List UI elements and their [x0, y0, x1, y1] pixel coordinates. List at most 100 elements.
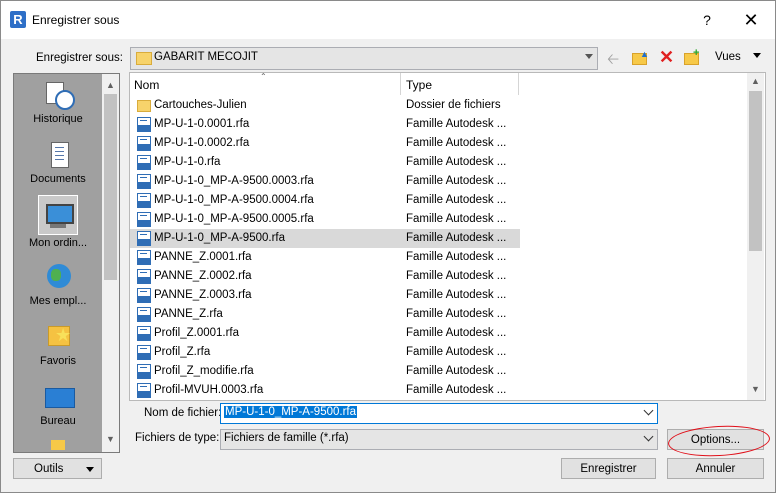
place-network[interactable]: Mes empl... [14, 262, 102, 307]
file-list-header: ⌃ Nom Type [130, 73, 748, 95]
back-arrow-icon[interactable]: 🡠 [607, 49, 619, 74]
dialog-title: Enregistrer sous [32, 13, 120, 27]
place-favorites[interactable]: ★ Favoris [14, 322, 102, 367]
place-label: Mes empl... [29, 295, 87, 307]
documents-icon [43, 140, 73, 170]
filename-label: Nom de fichier: [144, 407, 222, 419]
file-row[interactable]: Profil_Z.0001.rfa Famille Autodesk ... [130, 324, 520, 343]
file-row[interactable]: Profil-MVUH.0003.rfa Famille Autodesk ... [130, 381, 520, 400]
file-type: Famille Autodesk ... [406, 384, 507, 396]
column-divider[interactable] [518, 73, 519, 95]
rfa-file-icon [137, 193, 151, 208]
filename-input[interactable]: MP-U-1-0_MP-A-9500.rfa [220, 403, 658, 424]
up-folder-icon[interactable]: ▲ [632, 49, 649, 65]
views-menu-button[interactable]: Vues [715, 51, 741, 63]
file-row[interactable]: MP-U-1-0.0001.rfa Famille Autodesk ... [130, 115, 520, 134]
file-type: Famille Autodesk ... [406, 346, 507, 358]
delete-icon[interactable]: ✕ [659, 47, 674, 68]
filename-value[interactable]: MP-U-1-0_MP-A-9500.rfa [224, 406, 358, 418]
file-list[interactable]: ⌃ Nom Type Cartouches-Julien Dossier de f… [129, 72, 766, 401]
cancel-button[interactable]: Annuler [667, 458, 764, 479]
scroll-thumb[interactable] [749, 91, 762, 251]
file-row[interactable]: PANNE_Z.0003.rfa Famille Autodesk ... [130, 286, 520, 305]
file-type: Famille Autodesk ... [406, 118, 507, 130]
scroll-up-icon[interactable]: ▲ [106, 80, 115, 90]
place-label: Historique [33, 113, 83, 125]
scroll-up-icon[interactable]: ▲ [751, 76, 760, 86]
rfa-file-icon [137, 250, 151, 265]
save-as-dialog: R Enregistrer sous ? ✕ Enregistrer sous:… [0, 0, 776, 493]
rfa-file-icon [137, 326, 151, 341]
new-folder-icon[interactable]: + [684, 47, 700, 65]
column-header-type[interactable]: Type [406, 78, 432, 92]
filetype-dropdown[interactable]: Fichiers de famille (*.rfa) [220, 429, 658, 450]
file-type: Famille Autodesk ... [406, 327, 507, 339]
rfa-file-icon [137, 155, 151, 170]
chevron-down-icon[interactable] [643, 405, 654, 416]
file-row-selected[interactable]: MP-U-1-0_MP-A-9500.rfa Famille Autodesk .… [130, 229, 520, 248]
rfa-file-icon [137, 117, 151, 132]
file-name: MP-U-1-0.0001.rfa [154, 118, 250, 130]
file-row[interactable]: Profil_Z_modifie.rfa Famille Autodesk ... [130, 362, 520, 381]
file-name: MP-U-1-0_MP-A-9500.0004.rfa [154, 194, 314, 206]
revit-app-icon: R [10, 11, 26, 28]
file-row[interactable]: MP-U-1-0_MP-A-9500.0003.rfa Famille Autod… [130, 172, 520, 191]
place-desktop[interactable]: Bureau [14, 382, 102, 427]
file-type: Famille Autodesk ... [406, 289, 507, 301]
places-scrollbar[interactable]: ▲ ▼ [102, 74, 119, 452]
column-divider[interactable] [400, 73, 401, 95]
rfa-file-icon [137, 269, 151, 284]
rfa-file-icon [137, 383, 151, 398]
file-name: Profil_Z.0001.rfa [154, 327, 240, 339]
save-button[interactable]: Enregistrer [561, 458, 656, 479]
sort-ascending-icon: ⌃ [260, 72, 267, 81]
file-row[interactable]: Profil_Z.rfa Famille Autodesk ... [130, 343, 520, 362]
file-name: PANNE_Z.rfa [154, 308, 223, 320]
help-button[interactable]: ? [697, 10, 717, 30]
chevron-down-icon[interactable] [753, 53, 761, 58]
file-name: Profil_Z_modifie.rfa [154, 365, 254, 377]
file-type: Famille Autodesk ... [406, 270, 507, 282]
close-button[interactable]: ✕ [738, 8, 764, 32]
place-my-computer[interactable]: Mon ordin... [14, 195, 102, 249]
chevron-down-icon [86, 467, 94, 472]
file-row[interactable]: MP-U-1-0.rfa Famille Autodesk ... [130, 153, 520, 172]
file-list-scrollbar[interactable]: ▲ ▼ [747, 73, 764, 400]
tools-button[interactable]: Outils [13, 458, 102, 479]
rfa-file-icon [137, 136, 151, 151]
file-row[interactable]: PANNE_Z.0001.rfa Famille Autodesk ... [130, 248, 520, 267]
file-type: Famille Autodesk ... [406, 194, 507, 206]
file-type: Famille Autodesk ... [406, 156, 507, 168]
file-row[interactable]: Cartouches-Julien Dossier de fichiers [130, 96, 520, 115]
rfa-file-icon [137, 364, 151, 379]
file-row[interactable]: PANNE_Z.rfa Famille Autodesk ... [130, 305, 520, 324]
scroll-down-icon[interactable]: ▼ [751, 384, 760, 394]
desktop-icon [43, 382, 75, 412]
save-in-dropdown[interactable]: GABARIT MECOJIT [130, 47, 598, 70]
scroll-down-icon[interactable]: ▼ [106, 434, 115, 444]
place-label: Documents [30, 173, 86, 185]
folder-icon [136, 52, 152, 65]
file-name: MP-U-1-0.0002.rfa [154, 137, 250, 149]
file-name: MP-U-1-0_MP-A-9500.0003.rfa [154, 175, 314, 187]
place-documents[interactable]: Documents [14, 140, 102, 185]
file-name: MP-U-1-0_MP-A-9500.0005.rfa [154, 213, 314, 225]
file-row[interactable]: PANNE_Z.0002.rfa Famille Autodesk ... [130, 267, 520, 286]
file-row[interactable]: MP-U-1-0.0002.rfa Famille Autodesk ... [130, 134, 520, 153]
place-label: Mon ordin... [28, 237, 88, 249]
file-name: Cartouches-Julien [154, 99, 247, 111]
file-row[interactable]: MP-U-1-0_MP-A-9500.0005.rfa Famille Autod… [130, 210, 520, 229]
file-type: Famille Autodesk ... [406, 308, 507, 320]
rfa-file-icon [137, 174, 151, 189]
file-type: Dossier de fichiers [406, 99, 501, 111]
file-row[interactable]: MP-U-1-0_MP-A-9500.0004.rfa Famille Autod… [130, 191, 520, 210]
computer-icon [38, 195, 78, 235]
place-history[interactable]: Historique [14, 80, 102, 125]
scroll-thumb[interactable] [104, 94, 117, 280]
history-icon [43, 80, 75, 110]
file-name: PANNE_Z.0002.rfa [154, 270, 252, 282]
tools-button-label: Outils [34, 463, 64, 475]
options-button[interactable]: Options... [667, 429, 764, 450]
file-type: Famille Autodesk ... [406, 232, 507, 244]
column-header-name[interactable]: Nom [134, 78, 159, 92]
